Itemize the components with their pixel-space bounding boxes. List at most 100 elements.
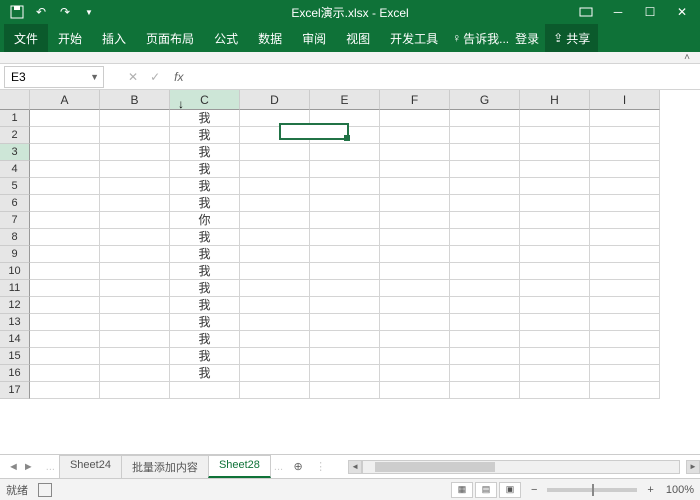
ribbon-collapse-bar[interactable]: ˄: [0, 52, 700, 64]
view-layout-button[interactable]: ▤: [475, 482, 497, 498]
cell[interactable]: 我: [170, 110, 240, 127]
cell[interactable]: [100, 161, 170, 178]
row-header-16[interactable]: 16: [0, 365, 30, 382]
cell[interactable]: [240, 314, 310, 331]
cell[interactable]: [240, 348, 310, 365]
cell[interactable]: [380, 348, 450, 365]
cell[interactable]: [310, 348, 380, 365]
cell[interactable]: [30, 297, 100, 314]
tab-insert[interactable]: 插入: [92, 24, 136, 52]
cell[interactable]: [100, 382, 170, 399]
cell[interactable]: [100, 297, 170, 314]
cell[interactable]: [520, 229, 590, 246]
cell[interactable]: [310, 212, 380, 229]
cell[interactable]: [310, 314, 380, 331]
cell[interactable]: [520, 212, 590, 229]
row-header-10[interactable]: 10: [0, 263, 30, 280]
cell[interactable]: [310, 297, 380, 314]
tab-view[interactable]: 视图: [336, 24, 380, 52]
cell[interactable]: [590, 110, 660, 127]
cell[interactable]: [380, 280, 450, 297]
tell-me[interactable]: ♀告诉我...: [452, 30, 509, 47]
cell[interactable]: [590, 161, 660, 178]
cell[interactable]: [380, 178, 450, 195]
col-header-I[interactable]: I: [590, 90, 660, 110]
cell[interactable]: 我: [170, 314, 240, 331]
cell[interactable]: [590, 314, 660, 331]
cell[interactable]: [380, 110, 450, 127]
cell[interactable]: [520, 280, 590, 297]
cell[interactable]: [590, 331, 660, 348]
cell[interactable]: [380, 365, 450, 382]
cell[interactable]: [590, 280, 660, 297]
cell[interactable]: [310, 246, 380, 263]
cell[interactable]: [520, 195, 590, 212]
cell[interactable]: [380, 297, 450, 314]
cell[interactable]: [240, 365, 310, 382]
cell[interactable]: [170, 382, 240, 399]
zoom-out-button[interactable]: −: [531, 484, 537, 496]
close-icon[interactable]: ✕: [668, 2, 696, 22]
cell[interactable]: [240, 178, 310, 195]
tab-file[interactable]: 文件: [4, 24, 48, 52]
cell[interactable]: 我: [170, 195, 240, 212]
cell[interactable]: [520, 246, 590, 263]
cell[interactable]: [520, 178, 590, 195]
cell[interactable]: [240, 263, 310, 280]
cell[interactable]: [240, 382, 310, 399]
tab-review[interactable]: 审阅: [292, 24, 336, 52]
cell[interactable]: [240, 195, 310, 212]
cell[interactable]: [240, 229, 310, 246]
cell[interactable]: [310, 195, 380, 212]
cell[interactable]: [310, 382, 380, 399]
tab-formulas[interactable]: 公式: [204, 24, 248, 52]
cell[interactable]: [380, 263, 450, 280]
cell[interactable]: [100, 178, 170, 195]
undo-icon[interactable]: ↶: [30, 2, 52, 22]
row-header-2[interactable]: 2: [0, 127, 30, 144]
cell[interactable]: [240, 144, 310, 161]
cell[interactable]: [380, 331, 450, 348]
ribbon-options-icon[interactable]: [572, 2, 600, 22]
cell[interactable]: [100, 263, 170, 280]
row-header-5[interactable]: 5: [0, 178, 30, 195]
cancel-icon[interactable]: ✕: [128, 70, 138, 84]
cell[interactable]: [30, 280, 100, 297]
row-header-12[interactable]: 12: [0, 297, 30, 314]
cell[interactable]: [590, 348, 660, 365]
cell[interactable]: [520, 110, 590, 127]
cell[interactable]: [310, 365, 380, 382]
col-header-D[interactable]: D: [240, 90, 310, 110]
enter-icon[interactable]: ✓: [150, 70, 160, 84]
cell[interactable]: [30, 110, 100, 127]
cell[interactable]: 我: [170, 365, 240, 382]
cell[interactable]: [450, 110, 520, 127]
cell[interactable]: [310, 263, 380, 280]
cell[interactable]: [450, 212, 520, 229]
cell[interactable]: [450, 348, 520, 365]
cell[interactable]: [30, 144, 100, 161]
name-box[interactable]: E3 ▼: [4, 66, 104, 88]
cell[interactable]: [310, 331, 380, 348]
cell[interactable]: [590, 297, 660, 314]
cell[interactable]: [310, 178, 380, 195]
cell[interactable]: [240, 127, 310, 144]
cell[interactable]: [520, 365, 590, 382]
cell[interactable]: [590, 382, 660, 399]
cell[interactable]: [380, 144, 450, 161]
zoom-slider[interactable]: [547, 488, 637, 492]
cell[interactable]: [520, 161, 590, 178]
cell[interactable]: [240, 297, 310, 314]
col-header-G[interactable]: G: [450, 90, 520, 110]
cell[interactable]: [590, 246, 660, 263]
row-header-13[interactable]: 13: [0, 314, 30, 331]
cell[interactable]: [590, 127, 660, 144]
cell[interactable]: [240, 212, 310, 229]
save-icon[interactable]: [6, 2, 28, 22]
cell[interactable]: [30, 314, 100, 331]
cell[interactable]: [380, 229, 450, 246]
tab-developer[interactable]: 开发工具: [380, 24, 448, 52]
cell[interactable]: [450, 263, 520, 280]
scroll-right-button[interactable]: ►: [686, 460, 700, 474]
cell[interactable]: [450, 365, 520, 382]
